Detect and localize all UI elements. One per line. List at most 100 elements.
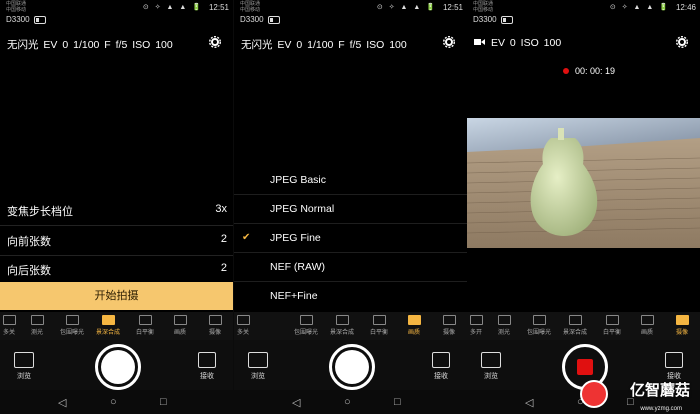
download-icon	[665, 352, 683, 368]
recent-apps-icon[interactable]: □	[160, 396, 167, 408]
gallery-icon	[14, 352, 34, 368]
exposure-params[interactable]: EV 0 ISO 100	[467, 34, 700, 52]
mode-item[interactable]: 多关	[0, 315, 24, 336]
camera-battery-icon	[267, 15, 280, 24]
mode-item-active[interactable]: 景深合成	[93, 315, 123, 336]
gear-icon[interactable]	[209, 36, 221, 48]
format-option-nef-fine[interactable]: NEF+Fine	[234, 281, 467, 310]
mode-icon	[173, 315, 187, 325]
gallery-icon	[248, 352, 268, 368]
mode-item[interactable]: 包围曝光	[57, 315, 87, 336]
option-zoom-step[interactable]: 变焦步长档位 3x	[0, 195, 233, 226]
receive-button[interactable]: 接收	[429, 352, 453, 381]
browse-button[interactable]: 浏览	[246, 352, 270, 381]
start-capture-button[interactable]: 开始拍摄	[0, 282, 233, 310]
exposure-params[interactable]: 无闪光 EV 0 1/100 F f/5 ISO 100	[0, 34, 233, 52]
mode-item[interactable]: 包围曝光	[291, 315, 321, 336]
device-indicator: D3300	[6, 15, 46, 24]
mode-label: 景深合成	[329, 330, 354, 336]
mode-icon	[497, 315, 511, 325]
status-icons: ⊙ ✧ ▲ ▲ 🔋	[376, 4, 437, 11]
recording-indicator: 00: 00: 19	[562, 66, 615, 76]
browse-label: 浏览	[17, 373, 31, 380]
receive-button[interactable]: 接收	[195, 352, 219, 381]
camera-battery-icon	[33, 15, 46, 24]
mode-label: 多开	[469, 330, 482, 336]
mode-item[interactable]: 景深合成	[560, 315, 590, 336]
device-name: D3300	[473, 15, 497, 24]
browse-button[interactable]: 浏览	[12, 352, 36, 381]
mode-label: 白平衡	[602, 330, 621, 336]
status-icons: ⊙ ✧ ▲ ▲ 🔋	[609, 4, 670, 11]
receive-button[interactable]: 接收	[662, 352, 686, 381]
option-label: 变焦步长档位	[7, 206, 73, 218]
back-icon[interactable]: ◁	[292, 396, 300, 409]
record-dot-icon	[562, 68, 569, 74]
mode-bar: 多关 测光 包围曝光 景深合成 白平衡 画质 摄像	[0, 312, 233, 340]
browse-label: 浏览	[484, 373, 498, 380]
gear-icon[interactable]	[676, 36, 688, 48]
device-name: D3300	[6, 15, 30, 24]
status-time: 12:51	[442, 3, 463, 12]
mode-bar: 多关 包围曝光 景深合成 白平衡 画质 摄像	[234, 312, 467, 340]
mode-icon	[442, 315, 456, 325]
mode-label: 多关	[236, 330, 249, 336]
format-label: NEF (RAW)	[270, 261, 326, 273]
shutter-button[interactable]	[94, 344, 141, 390]
recording-time: 00: 00: 19	[574, 66, 615, 76]
option-backward-count[interactable]: 向后张数 2	[0, 254, 233, 285]
mode-item[interactable]: 包围曝光	[524, 315, 554, 336]
mode-item[interactable]: 摄像	[200, 315, 230, 336]
mode-item[interactable]: 白平衡	[597, 315, 627, 336]
camera-battery-icon	[500, 15, 513, 24]
mode-item[interactable]: 画质	[632, 315, 662, 336]
mode-item[interactable]: 摄像	[434, 315, 464, 336]
carrier-label: 中国联通 中国移动	[240, 1, 261, 13]
option-forward-count[interactable]: 向前张数 2	[0, 225, 233, 256]
status-time: 12:46	[675, 3, 696, 12]
mode-item[interactable]: 白平衡	[364, 315, 394, 336]
mode-item[interactable]: 多关	[234, 315, 258, 336]
video-camera-icon	[474, 39, 485, 45]
mode-label: 画质	[407, 330, 420, 336]
mode-item-active[interactable]: 摄像	[667, 315, 697, 336]
mode-icon	[640, 315, 654, 325]
mode-icon	[605, 315, 619, 325]
mode-bar: 多开 测光 包围曝光 景深合成 白平衡 画质 摄像	[467, 312, 700, 340]
mode-icon	[138, 315, 152, 325]
format-option-nef-raw[interactable]: NEF (RAW)	[234, 252, 467, 282]
recent-apps-icon[interactable]: □	[394, 396, 401, 408]
mode-item[interactable]: 测光	[22, 315, 52, 336]
mode-label: 包围曝光	[59, 330, 84, 336]
android-nav-bar: ◁ ○ □	[234, 390, 467, 414]
android-nav-bar: ◁ ○ □	[0, 390, 233, 414]
format-label: JPEG Fine	[270, 232, 321, 244]
mode-icon	[299, 315, 313, 325]
download-icon	[198, 352, 216, 368]
carrier-label: 中国联通 中国移动	[473, 1, 494, 13]
mode-label: 测光	[497, 330, 510, 336]
mode-item[interactable]: 画质	[165, 315, 195, 336]
mode-item[interactable]: 景深合成	[327, 315, 357, 336]
format-option-jpeg-normal[interactable]: JPEG Normal	[234, 194, 467, 224]
device-indicator: D3300	[473, 15, 513, 24]
format-option-jpeg-fine[interactable]: ✔ JPEG Fine	[234, 223, 467, 253]
shutter-button[interactable]	[328, 344, 375, 390]
mode-item-active[interactable]: 画质	[399, 315, 429, 336]
format-option-jpeg-basic[interactable]: JPEG Basic	[234, 165, 467, 195]
back-icon[interactable]: ◁	[525, 396, 533, 409]
watermark-logo-icon	[580, 380, 608, 408]
status-bar: 中国联通 中国移动 ⊙ ✧ ▲ ▲ 🔋 12:51	[234, 0, 467, 14]
option-value: 2	[220, 233, 227, 245]
gear-icon[interactable]	[443, 36, 455, 48]
bottom-bar: 浏览 接收	[0, 340, 233, 390]
mode-item[interactable]: 多开	[467, 315, 491, 336]
mode-item[interactable]: 白平衡	[130, 315, 160, 336]
back-icon[interactable]: ◁	[58, 396, 66, 409]
mode-item[interactable]: 测光	[489, 315, 519, 336]
mode-icon	[532, 315, 546, 325]
exposure-params[interactable]: 无闪光 EV 0 1/100 F f/5 ISO 100	[234, 34, 467, 52]
browse-button[interactable]: 浏览	[479, 352, 503, 381]
home-icon[interactable]: ○	[344, 396, 351, 408]
home-icon[interactable]: ○	[110, 396, 117, 408]
